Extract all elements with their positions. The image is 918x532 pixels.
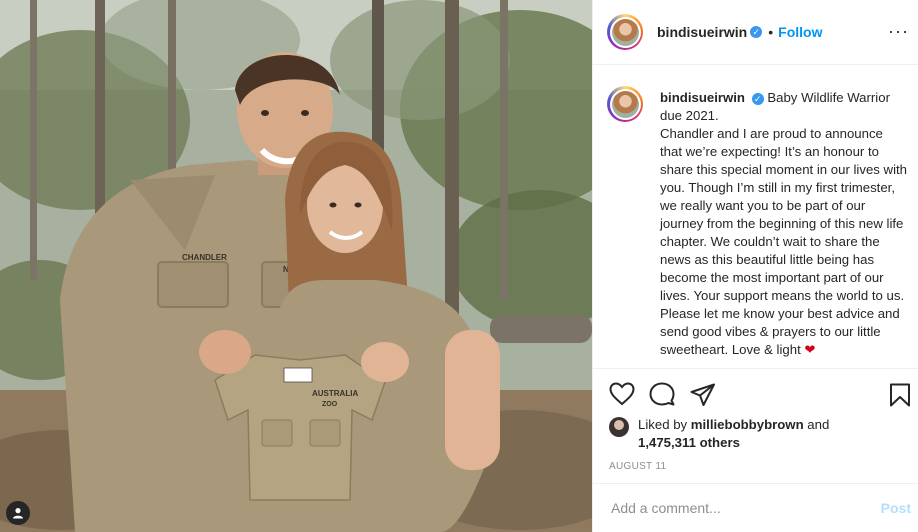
caption-area[interactable]: bindisueirwin ✓ Baby Wildlife Warrior du… — [593, 66, 918, 368]
comment-icon — [649, 382, 675, 406]
caption-line2: due 2021. — [660, 108, 719, 123]
likes-summary: Liked by milliebobbybrown and 1,475,311 … — [609, 416, 878, 452]
comment-button[interactable] — [649, 382, 675, 411]
follow-button[interactable]: Follow — [778, 24, 822, 40]
comment-input[interactable] — [609, 499, 863, 517]
more-options-icon[interactable]: ··· — [888, 22, 909, 40]
post-comment-button[interactable]: Post — [881, 500, 911, 516]
author-avatar[interactable] — [607, 14, 643, 50]
shirt-name-left: CHANDLER — [182, 253, 227, 262]
liker-username[interactable]: milliebobbybrown — [691, 417, 804, 432]
user-tag-button[interactable] — [6, 501, 30, 525]
save-button[interactable] — [889, 383, 911, 412]
caption-username[interactable]: bindisueirwin — [660, 90, 745, 105]
post-actions: Liked by milliebobbybrown and 1,475,311 … — [593, 368, 918, 480]
heart-icon — [609, 382, 635, 406]
share-icon — [690, 383, 715, 406]
caption-body: Chandler and I are proud to announce tha… — [660, 126, 908, 357]
caption-verified-badge-icon: ✓ — [751, 92, 764, 105]
likes-connector: and — [803, 417, 830, 432]
verified-badge-icon: ✓ — [750, 26, 763, 38]
likes-count[interactable]: 1,475,311 others — [638, 435, 740, 450]
comment-box: Post — [593, 483, 918, 532]
user-tag-icon — [13, 508, 23, 519]
bookmark-icon — [890, 383, 910, 407]
caption-text: bindisueirwin ✓ Baby Wildlife Warrior du… — [660, 89, 908, 359]
likes-text: Liked by milliebobbybrown and 1,475,311 … — [638, 416, 878, 452]
author-username[interactable]: bindisueirwin — [657, 24, 747, 40]
photo-illustration: CHANDLER NE AUSTRALIA ZOO — [0, 0, 592, 532]
post-side-panel: bindisueirwin ✓ • Follow ··· bindisueirw… — [592, 0, 918, 532]
share-button[interactable] — [690, 383, 716, 412]
baby-shirt-text2: ZOO — [322, 401, 338, 408]
post-date[interactable]: AUGUST 11 — [609, 461, 666, 472]
caption-line1: Baby Wildlife Warrior — [767, 90, 890, 105]
post-header: bindisueirwin ✓ • Follow ··· — [593, 0, 918, 65]
author-info: bindisueirwin ✓ • Follow — [657, 24, 822, 40]
separator-dot: • — [768, 24, 774, 40]
baby-shirt-text: AUSTRALIA — [312, 389, 358, 398]
liker-avatar[interactable] — [609, 417, 629, 437]
caption-author-avatar[interactable] — [607, 86, 643, 122]
heart-emoji: ❤ — [804, 342, 816, 357]
post-photo[interactable]: CHANDLER NE AUSTRALIA ZOO — [0, 0, 592, 532]
likes-prefix: Liked by — [638, 417, 691, 432]
like-button[interactable] — [609, 382, 635, 411]
